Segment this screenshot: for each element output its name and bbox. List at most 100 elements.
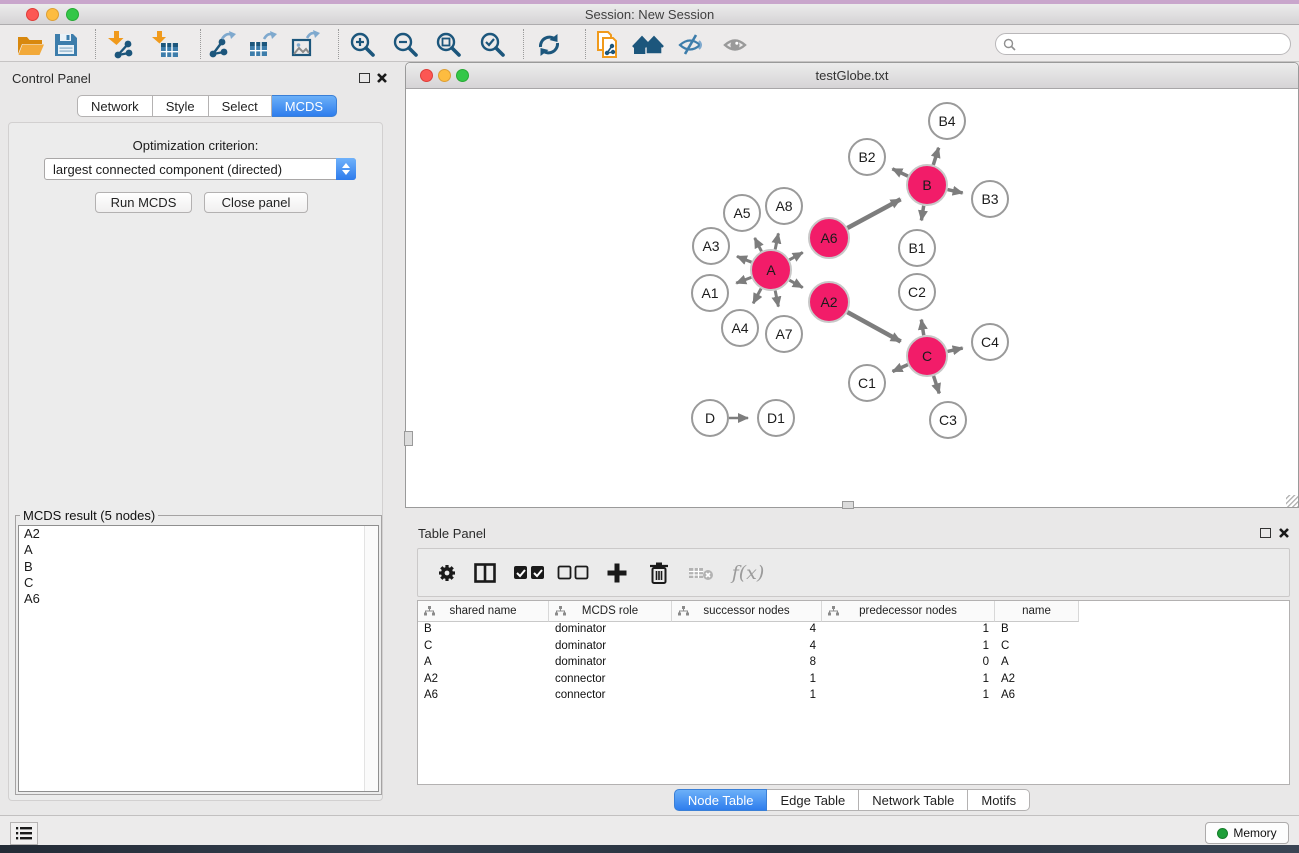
export-network-icon[interactable] (206, 30, 238, 60)
window-resize-handle[interactable] (404, 431, 413, 446)
search-input[interactable] (1020, 37, 1290, 51)
table-row[interactable]: Bdominator41B (418, 622, 1289, 639)
network-canvas[interactable]: B4B2BB3A8A5A6A3B1AC2A1A2A4A7C4CC1C3DD1 (406, 89, 1298, 507)
scrollbar-track[interactable] (364, 526, 378, 791)
minimize-view-icon[interactable] (438, 69, 451, 82)
graph-node-C2[interactable]: C2 (899, 274, 935, 310)
graph-node-A4[interactable]: A4 (722, 310, 758, 346)
tab-style[interactable]: Style (153, 95, 209, 117)
close-view-icon[interactable] (420, 69, 433, 82)
column-view-icon[interactable] (470, 558, 500, 588)
open-session-icon[interactable] (14, 30, 46, 60)
tab-network[interactable]: Network (77, 95, 153, 117)
zoom-window-icon[interactable] (66, 8, 79, 21)
edge-C-C4[interactable] (947, 348, 962, 351)
run-mcds-button[interactable]: Run MCDS (95, 192, 192, 213)
save-session-icon[interactable] (50, 30, 82, 60)
task-history-button[interactable] (10, 822, 38, 845)
delete-table-icon[interactable] (686, 558, 716, 588)
graph-node-A2[interactable]: A2 (809, 282, 849, 322)
edge-A-A8[interactable] (775, 233, 778, 249)
mcds-result-item[interactable]: A6 (19, 591, 378, 607)
import-table-icon[interactable] (149, 30, 181, 60)
function-builder-icon[interactable]: f(x) (726, 558, 770, 588)
graph-node-A5[interactable]: A5 (724, 195, 760, 231)
graph-node-C4[interactable]: C4 (972, 324, 1008, 360)
edge-C-C3[interactable] (934, 376, 940, 393)
edge-B-B4[interactable] (933, 148, 938, 165)
show-details-icon[interactable] (720, 30, 752, 60)
edge-A-A6[interactable] (789, 252, 802, 259)
float-panel-icon[interactable] (359, 73, 370, 83)
graph-node-A7[interactable]: A7 (766, 316, 802, 352)
column-header-MCDS-role[interactable]: MCDS role (549, 601, 672, 622)
graph-node-A8[interactable]: A8 (766, 188, 802, 224)
zoom-selected-icon[interactable] (476, 30, 508, 60)
graph-node-B4[interactable]: B4 (929, 103, 965, 139)
edge-A-A2[interactable] (789, 280, 802, 287)
tab-select[interactable]: Select (209, 95, 272, 117)
edge-C-C2[interactable] (921, 320, 923, 336)
table-row[interactable]: A2connector11A2 (418, 672, 1289, 689)
optimization-criterion-select[interactable]: largest connected component (directed) (44, 158, 356, 180)
edge-A2-C[interactable] (847, 312, 900, 341)
tab-mcds[interactable]: MCDS (272, 95, 337, 117)
float-panel-icon[interactable] (1260, 528, 1271, 538)
new-network-from-selection-icon[interactable] (591, 30, 623, 60)
graph-node-B1[interactable]: B1 (899, 230, 935, 266)
edge-C-C1[interactable] (893, 365, 908, 372)
graph-node-B[interactable]: B (907, 165, 947, 205)
column-header-name[interactable]: name (995, 601, 1079, 622)
graph-node-C3[interactable]: C3 (930, 402, 966, 438)
close-panel-icon[interactable] (376, 72, 388, 84)
network-window-titlebar[interactable]: testGlobe.txt (406, 63, 1298, 89)
graph-node-A6[interactable]: A6 (809, 218, 849, 258)
memory-button[interactable]: Memory (1205, 822, 1289, 844)
close-window-icon[interactable] (26, 8, 39, 21)
home-layout-icon[interactable] (632, 30, 664, 60)
delete-icon[interactable] (644, 558, 674, 588)
minimize-window-icon[interactable] (46, 8, 59, 21)
mcds-result-item[interactable]: A (19, 542, 378, 558)
mcds-result-item[interactable]: C (19, 575, 378, 591)
edge-A-A1[interactable] (736, 277, 751, 283)
graph-node-B3[interactable]: B3 (972, 181, 1008, 217)
select-all-icon[interactable] (510, 558, 548, 588)
add-column-icon[interactable] (602, 558, 632, 588)
search-box[interactable] (995, 33, 1291, 55)
graph-node-C1[interactable]: C1 (849, 365, 885, 401)
export-table-icon[interactable] (246, 30, 278, 60)
edge-B-B1[interactable] (921, 206, 923, 221)
tab-edge-table[interactable]: Edge Table (767, 789, 859, 811)
tab-node-table[interactable]: Node Table (674, 789, 768, 811)
tab-network-table[interactable]: Network Table (859, 789, 968, 811)
mcds-result-list[interactable]: A2ABCA6 (18, 525, 379, 792)
graph-node-A[interactable]: A (751, 250, 791, 290)
graph-node-D1[interactable]: D1 (758, 400, 794, 436)
deselect-all-icon[interactable] (554, 558, 592, 588)
graph-node-A1[interactable]: A1 (692, 275, 728, 311)
settings-gear-icon[interactable] (432, 558, 462, 588)
table-row[interactable]: Adominator80A (418, 655, 1289, 672)
window-resize-grip[interactable] (1286, 495, 1298, 507)
select-stepper-icon[interactable] (336, 158, 356, 180)
mcds-result-item[interactable]: A2 (19, 526, 378, 542)
import-network-icon[interactable] (104, 30, 136, 60)
graph-node-B2[interactable]: B2 (849, 139, 885, 175)
edge-A-A3[interactable] (737, 256, 752, 262)
mcds-result-item[interactable]: B (19, 559, 378, 575)
window-resize-handle[interactable] (842, 501, 854, 509)
tab-motifs[interactable]: Motifs (968, 789, 1030, 811)
graph-node-A3[interactable]: A3 (693, 228, 729, 264)
column-header-successor-nodes[interactable]: successor nodes (672, 601, 822, 622)
table-row[interactable]: Cdominator41C (418, 639, 1289, 656)
column-header-shared-name[interactable]: shared name (418, 601, 549, 622)
export-image-icon[interactable] (289, 30, 321, 60)
table-row[interactable]: A6connector11A6 (418, 688, 1289, 705)
column-header-predecessor-nodes[interactable]: predecessor nodes (822, 601, 995, 622)
edge-A-A4[interactable] (753, 289, 761, 304)
edge-B-B3[interactable] (947, 190, 962, 193)
graph-node-D[interactable]: D (692, 400, 728, 436)
edge-B-B2[interactable] (892, 169, 908, 176)
edge-A-A7[interactable] (775, 291, 778, 307)
